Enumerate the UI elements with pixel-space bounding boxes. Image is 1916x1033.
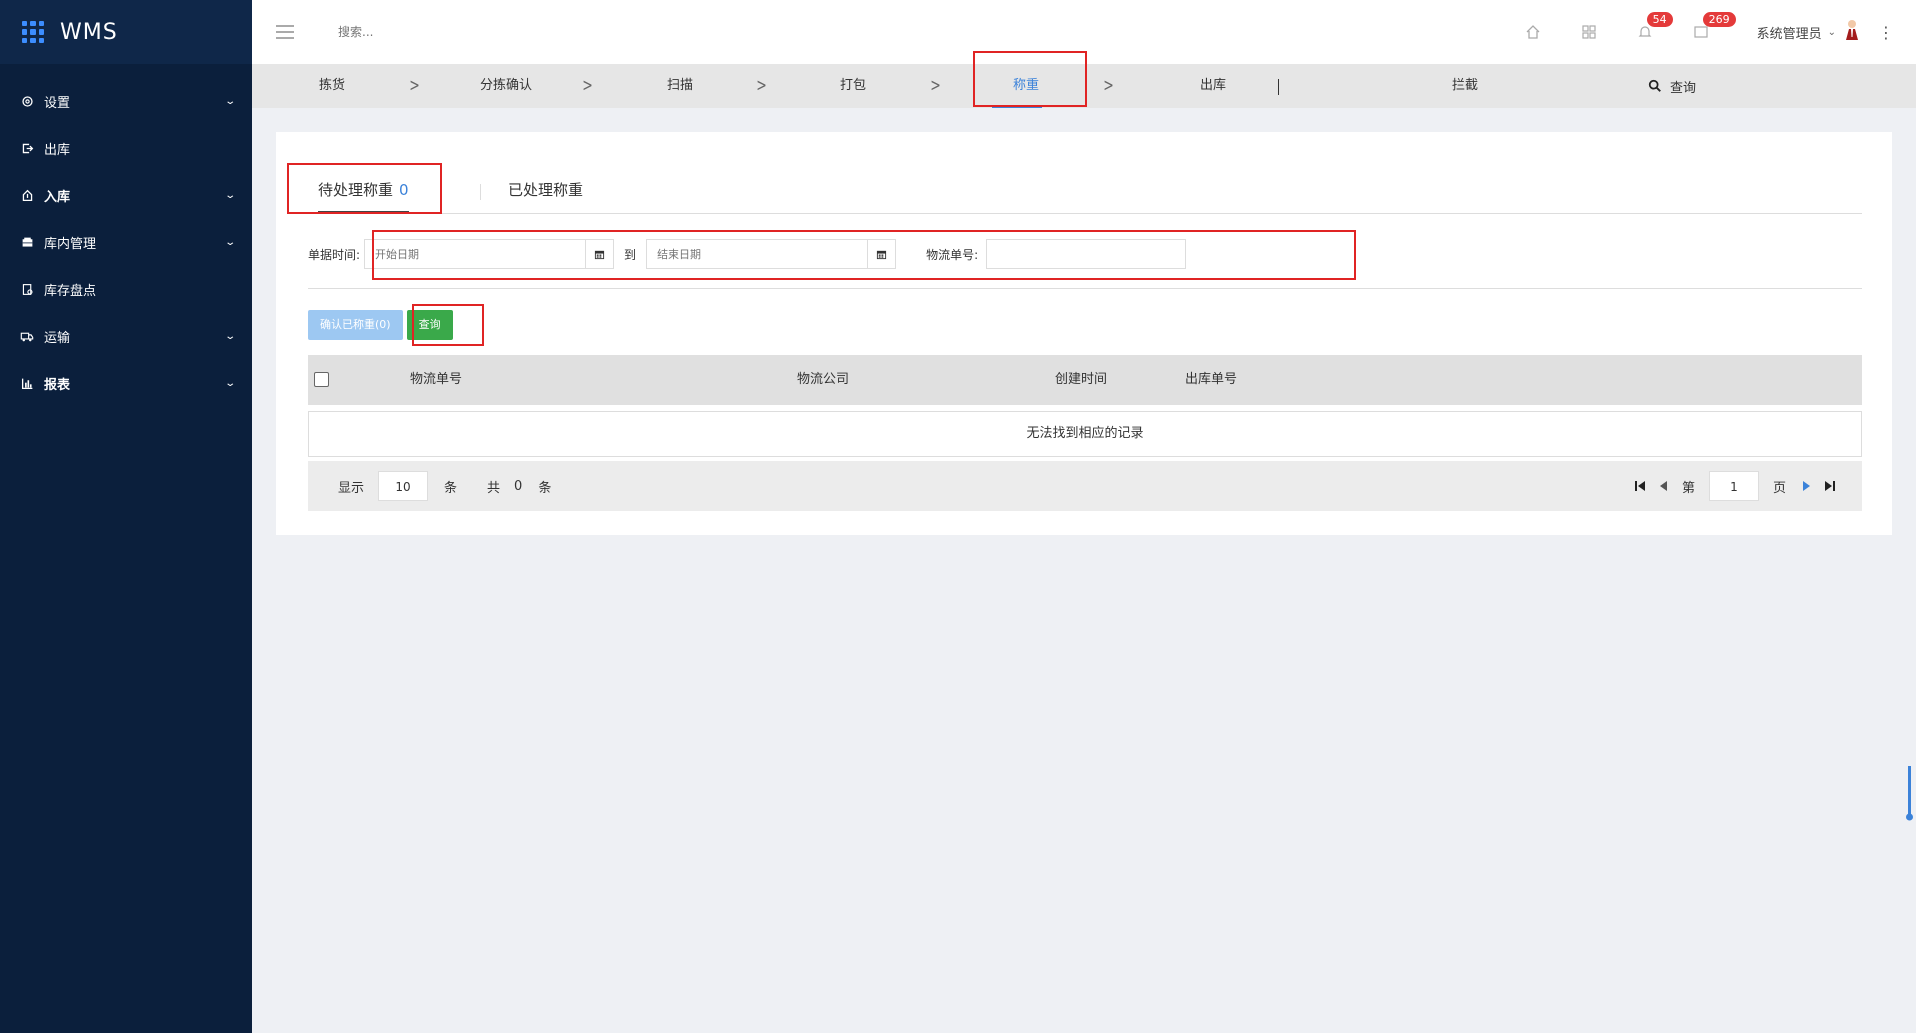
highlight-box <box>973 51 1087 107</box>
sidebar-item-transport[interactable]: 运输 ⌄ <box>0 313 252 360</box>
total-count: 0 <box>514 478 523 494</box>
first-page-icon[interactable] <box>1634 480 1646 492</box>
sidebar-item-settings[interactable]: 设置 ⌄ <box>0 78 252 125</box>
avatar <box>1844 19 1860 45</box>
home-icon[interactable] <box>1505 24 1561 40</box>
sidebar-menu: 设置 ⌄ 出库 入库 ⌄ 库内管理 ⌄ 库存盘点 运输 ⌄ 报表 ⌄ <box>0 78 252 407</box>
sidebar-item-label: 运输 <box>44 331 71 346</box>
pagination-bar: 显示 10 条 共 0 条 第 1 页 <box>308 461 1862 511</box>
show-label: 显示 <box>338 480 365 496</box>
highlight-box <box>412 304 484 346</box>
sidebar-item-label: 出库 <box>44 143 71 158</box>
sidebar-item-label: 入库 <box>44 190 71 205</box>
apps-grid-icon <box>22 21 44 43</box>
user-menu[interactable]: 系统管理员 ⌄ <box>1757 19 1860 45</box>
empty-state-row: 无法找到相应的记录 <box>308 411 1862 457</box>
highlight-box <box>372 230 1356 280</box>
menu-toggle-icon[interactable] <box>276 25 294 39</box>
chevron-right-icon: > <box>930 75 941 96</box>
chevron-down-icon: ⌄ <box>223 378 236 389</box>
date-label: 单据时间: <box>308 247 361 262</box>
gear-icon <box>20 95 34 109</box>
tab-divider <box>480 184 481 200</box>
chevron-down-icon: ⌄ <box>1827 26 1836 38</box>
chevron-right-icon: > <box>756 75 767 96</box>
step-picking[interactable]: 拣货 <box>319 64 345 108</box>
sidebar-item-reports[interactable]: 报表 ⌄ <box>0 360 252 407</box>
sidebar-item-stocktake[interactable]: 库存盘点 <box>0 266 252 313</box>
more-options-icon[interactable]: ⋮ <box>1878 23 1894 42</box>
page-size-group: 显示 10 条 共 0 条 <box>338 471 551 501</box>
step-intercept[interactable]: 拦截 <box>1452 64 1478 108</box>
sidebar-item-warehouse-management[interactable]: 库内管理 ⌄ <box>0 219 252 266</box>
sidebar-item-outbound[interactable]: 出库 <box>0 125 252 172</box>
step-pack[interactable]: 打包 <box>840 64 866 108</box>
column-header-tracking[interactable]: 物流单号 <box>410 355 462 405</box>
search-input[interactable] <box>338 25 638 39</box>
column-header-carrier[interactable]: 物流公司 <box>797 355 849 405</box>
step-scan[interactable]: 扫描 <box>667 64 693 108</box>
import-icon <box>20 189 34 203</box>
current-page-input[interactable]: 1 <box>1708 471 1759 501</box>
top-bar-actions: 54 269 系统管理员 ⌄ ⋮ <box>1505 0 1916 64</box>
exit-icon <box>20 142 34 156</box>
sidebar-item-label: 报表 <box>44 378 71 393</box>
inventory-icon <box>20 236 34 250</box>
chart-icon <box>20 377 34 391</box>
weighing-panel: 待处理称重0 已处理称重 单据时间: 到 物流单号: 确认已称重(0) 查询 <box>276 132 1892 535</box>
message-badge: 269 <box>1702 12 1736 27</box>
column-header-created[interactable]: 创建时间 <box>1055 355 1107 405</box>
sidebar-item-label: 设置 <box>44 96 71 111</box>
last-page-icon[interactable] <box>1824 480 1836 492</box>
tab-processed-weighing[interactable]: 已处理称重 <box>508 172 583 213</box>
logo[interactable]: WMS <box>0 0 252 64</box>
search-icon <box>1648 79 1661 92</box>
page-prefix-label: 第 <box>1681 480 1695 496</box>
step-sort-confirm[interactable]: 分拣确认 <box>480 64 532 108</box>
chevron-down-icon: ⌄ <box>223 190 236 201</box>
next-page-icon[interactable] <box>1802 480 1812 492</box>
step-query-label: 查询 <box>1670 80 1697 96</box>
select-all-checkbox[interactable] <box>314 372 329 387</box>
chevron-down-icon: ⌄ <box>223 331 236 342</box>
chevron-right-icon: > <box>409 75 420 96</box>
chevron-down-icon: ⌄ <box>223 96 236 107</box>
page-navigation: 第 1 页 <box>1628 471 1842 501</box>
bell-icon[interactable]: 54 <box>1617 12 1673 40</box>
page-suffix-label: 页 <box>1772 480 1786 496</box>
app-title: WMS <box>60 19 118 45</box>
inbox-icon[interactable]: 269 <box>1673 12 1736 40</box>
user-name: 系统管理员 <box>1756 26 1822 42</box>
apps-icon[interactable] <box>1561 24 1617 40</box>
weighing-table: 物流单号 物流公司 创建时间 出库单号 无法找到相应的记录 显示 10 条 共 … <box>308 355 1862 511</box>
confirm-weighed-button[interactable]: 确认已称重(0) <box>308 310 403 340</box>
sidebar-item-label: 库存盘点 <box>44 284 97 299</box>
weighing-tabs: 待处理称重 0 已处理称重 <box>308 172 1862 214</box>
divider <box>308 288 1862 289</box>
page-size-input[interactable]: 10 <box>378 471 429 501</box>
total-unit-label: 条 <box>538 480 552 496</box>
tab-label: 已处理称重 <box>508 181 584 199</box>
step-query-button[interactable]: 查询 <box>1648 64 1696 108</box>
unit-label: 条 <box>444 480 458 496</box>
step-ship[interactable]: 出库 <box>1200 64 1226 108</box>
highlight-box <box>287 163 442 214</box>
step-divider <box>1278 79 1279 95</box>
sidebar: WMS 设置 ⌄ 出库 入库 ⌄ 库内管理 ⌄ 库存盘点 运输 ⌄ 报表 ⌄ <box>0 0 252 1033</box>
sidebar-item-label: 库内管理 <box>44 237 97 252</box>
total-label: 共 <box>487 480 501 496</box>
chevron-down-icon: ⌄ <box>223 237 236 248</box>
chevron-right-icon: > <box>582 75 593 96</box>
scroll-indicator[interactable] <box>1905 766 1913 821</box>
truck-icon <box>20 330 34 344</box>
column-header-outbound[interactable]: 出库单号 <box>1185 355 1237 405</box>
stocktake-icon <box>20 283 34 297</box>
table-header: 物流单号 物流公司 创建时间 出库单号 <box>308 355 1862 405</box>
sidebar-item-inbound[interactable]: 入库 ⌄ <box>0 172 252 219</box>
notification-badge: 54 <box>1646 12 1673 27</box>
chevron-right-icon: > <box>1103 75 1114 96</box>
prev-page-icon[interactable] <box>1658 480 1668 492</box>
